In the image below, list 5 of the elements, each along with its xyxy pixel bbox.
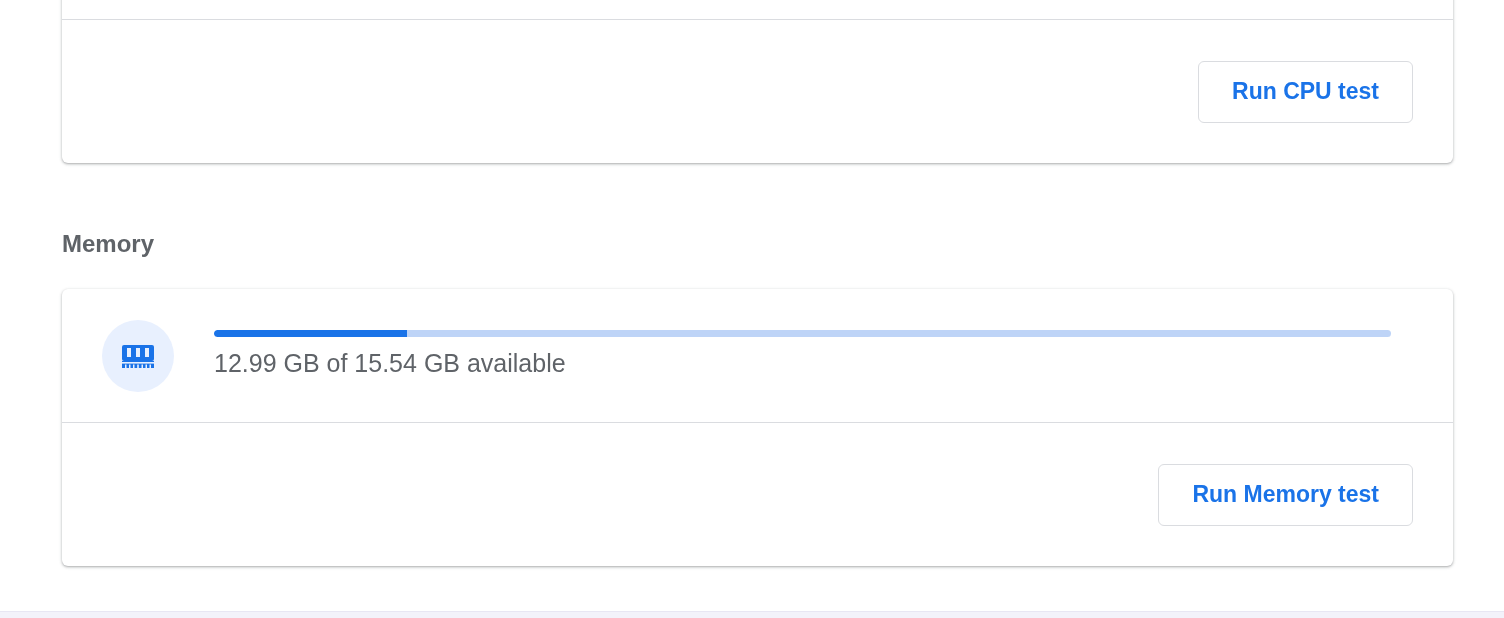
run-cpu-test-button[interactable]: Run CPU test [1198,60,1413,123]
run-memory-test-button[interactable]: Run Memory test [1158,463,1413,526]
memory-available-text: 12.99 GB of 15.54 GB available [214,349,566,377]
section-heading: Memory [62,230,155,258]
memory-chip-icon [102,319,174,392]
